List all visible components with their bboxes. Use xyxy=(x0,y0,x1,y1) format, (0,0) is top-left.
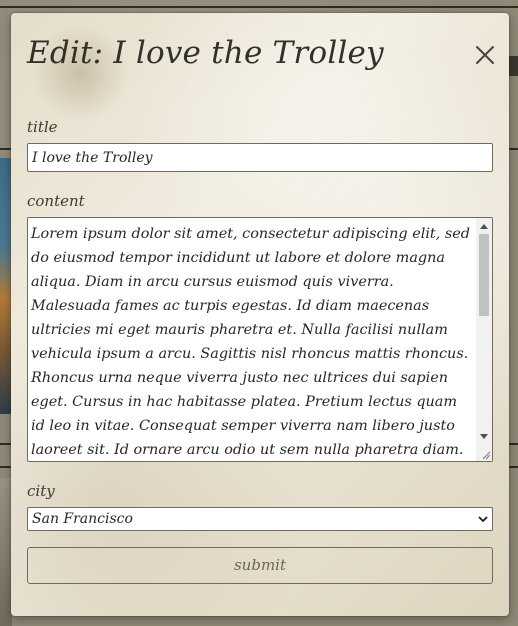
modal-title: Edit: I love the Trolley xyxy=(27,35,384,71)
city-selected-value: San Francisco xyxy=(32,511,133,527)
scroll-up-arrow-icon[interactable] xyxy=(480,224,488,229)
city-select[interactable]: San Francisco xyxy=(27,507,493,531)
background-divider xyxy=(0,6,518,8)
resize-grip-icon[interactable] xyxy=(481,450,491,460)
content-textarea[interactable]: Lorem ipsum dolor sit amet, consectetur … xyxy=(27,217,493,462)
city-label: city xyxy=(27,482,55,500)
background-header-strip xyxy=(508,56,518,76)
submit-button[interactable]: submit xyxy=(27,547,493,584)
close-button[interactable] xyxy=(473,43,497,67)
title-input[interactable] xyxy=(27,143,493,172)
scroll-down-arrow-icon[interactable] xyxy=(480,434,488,439)
content-label: content xyxy=(27,192,85,210)
edit-post-modal: Edit: I love the Trolley title content L… xyxy=(11,13,509,616)
title-label: title xyxy=(27,118,58,136)
close-icon xyxy=(476,46,494,64)
chevron-down-icon xyxy=(478,516,488,523)
content-scrollbar[interactable] xyxy=(476,218,492,461)
content-text: Lorem ipsum dolor sit amet, consectetur … xyxy=(31,226,470,458)
scrollbar-thumb[interactable] xyxy=(479,234,489,316)
